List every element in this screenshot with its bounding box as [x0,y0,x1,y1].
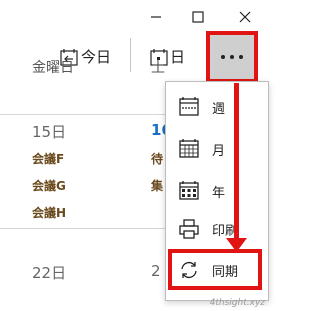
year-view-icon [179,181,199,200]
ellipsis-icon [219,55,246,59]
day-view-label: 日 [170,48,186,66]
week-view-icon [179,97,199,116]
toolbar-separator [130,38,131,72]
close-button[interactable] [233,6,257,28]
more-options-button[interactable] [206,31,258,83]
maximize-button[interactable] [186,6,210,28]
day-header-friday: 金曜日 [32,60,74,76]
close-icon [239,11,251,23]
event-item[interactable]: 待 [151,150,163,167]
date-cell: 2 [151,262,161,280]
annotation-highlight-box [168,249,262,290]
menu-item-label: 週 [212,101,226,117]
event-item[interactable]: 集 [151,177,163,194]
minimize-icon [151,16,161,18]
watermark: 4thsight.xyz [209,298,265,308]
month-view-icon [179,139,199,158]
printer-icon [179,219,199,239]
menu-item-week[interactable]: 週 [166,90,266,124]
menu-item-print[interactable]: 印刷 [166,212,266,246]
date-cell: 22日 [32,264,67,282]
annotation-arrow-line [234,83,239,243]
today-label: 今日 [81,48,112,66]
event-item[interactable]: 会議G [32,177,66,194]
menu-item-label: 月 [212,143,226,159]
menu-item-label: 年 [212,185,226,201]
day-header-saturday: 土 [151,60,165,76]
event-item[interactable]: 会議H [32,204,66,221]
menu-item-month[interactable]: 月 [166,132,266,166]
date-cell: 15日 [32,123,67,141]
minimize-button[interactable] [144,6,168,28]
menu-item-year[interactable]: 年 [166,174,266,208]
maximize-icon [192,11,204,23]
event-item[interactable]: 会議F [32,150,64,167]
